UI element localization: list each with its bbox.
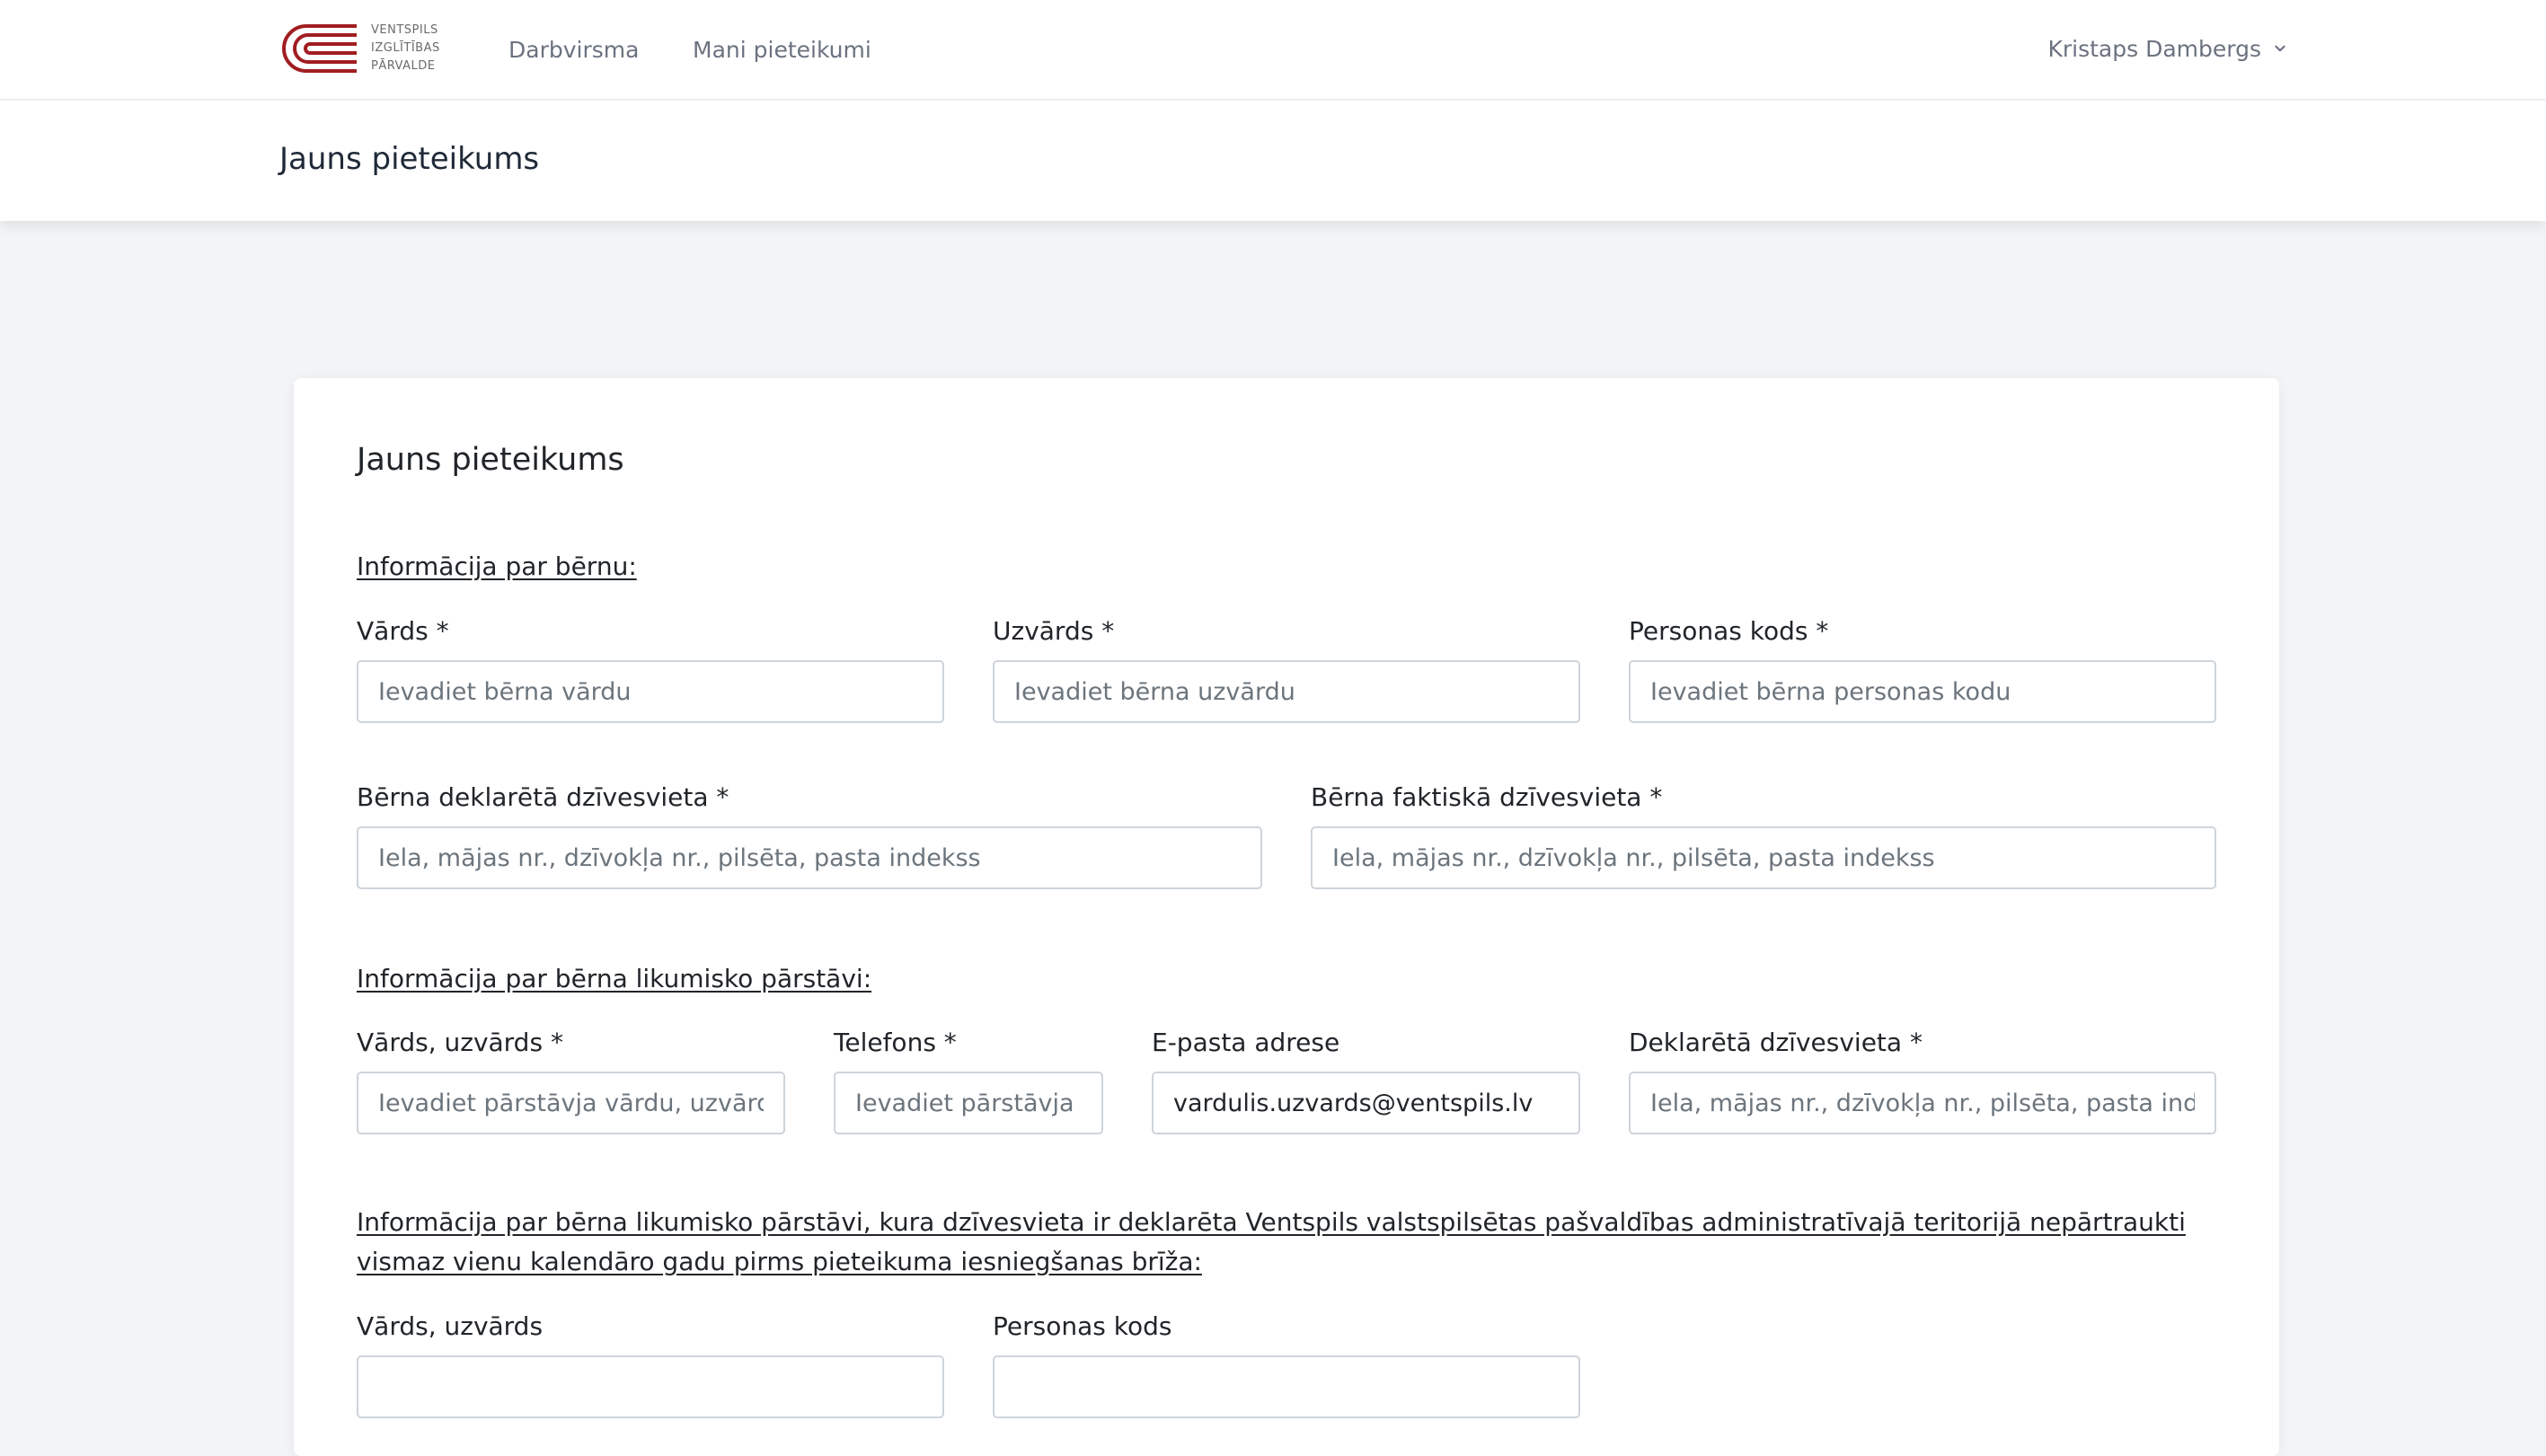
logo-line-3: PĀRVALDE (371, 59, 436, 73)
child-first-name-input[interactable] (357, 660, 944, 723)
guardian-full-name-label: Vārds, uzvārds * (357, 1028, 563, 1057)
guardian-declared-address-group: Deklarētā dzīvesvieta * (1629, 1025, 2216, 1134)
nav-link-my-applications[interactable]: Mani pieteikumi (693, 32, 871, 68)
child-personal-code-input[interactable] (1629, 660, 2216, 723)
chevron-down-icon (2275, 45, 2285, 52)
resident-guardian-full-name-label: Vārds, uzvārds (357, 1311, 544, 1341)
child-declared-address-label: Bērna deklarētā dzīvesvieta * (357, 782, 729, 812)
user-menu[interactable]: Kristaps Dambergs (2047, 31, 2288, 66)
top-navigation: VENTSPILS IZGLĪTĪBAS PĀRVALDE Darbvirsma… (0, 0, 2546, 101)
guardian-phone-input[interactable] (834, 1072, 1103, 1134)
guardian-phone-group: Telefons * (834, 1025, 1103, 1134)
logo-text: VENTSPILS IZGLĪTĪBAS PĀRVALDE (371, 22, 440, 75)
child-declared-address-input[interactable] (357, 826, 1262, 889)
logo-line-1: VENTSPILS (371, 23, 438, 37)
resident-guardian-personal-code-label: Personas kods (993, 1311, 1172, 1341)
ventspils-education-board-logo[interactable]: VENTSPILS IZGLĪTĪBAS PĀRVALDE (279, 20, 441, 77)
resident-guardian-full-name-group: Vārds, uzvārds (357, 1309, 944, 1418)
resident-guardian-personal-code-input[interactable] (993, 1355, 1580, 1418)
logo-line-2: IZGLĪTĪBAS (371, 41, 440, 55)
form-title: Jauns pieteikums (357, 442, 624, 478)
application-form-card: Jauns pieteikums Informācija par bērnu: … (294, 378, 2279, 1456)
child-declared-address-group: Bērna deklarētā dzīvesvieta * (357, 780, 1262, 889)
section-heading-guardian-info: Informācija par bērna likumisko pārstāvi… (357, 964, 872, 993)
page-title: Jauns pieteikums (279, 141, 540, 177)
guardian-full-name-group: Vārds, uzvārds * (357, 1025, 785, 1134)
child-actual-address-input[interactable] (1311, 826, 2216, 889)
child-last-name-label: Uzvārds * (993, 616, 1115, 646)
guardian-declared-address-label: Deklarētā dzīvesvieta * (1629, 1028, 1923, 1057)
nav-link-dashboard[interactable]: Darbvirsma (508, 32, 639, 68)
resident-guardian-personal-code-group: Personas kods (993, 1309, 1580, 1418)
section-heading-child-info: Informācija par bērnu: (357, 552, 637, 581)
user-name: Kristaps Dambergs (2047, 35, 2261, 62)
child-personal-code-group: Personas kods * (1629, 613, 2216, 723)
page-header: Jauns pieteikums (0, 101, 2546, 221)
book-logo-icon (282, 24, 357, 73)
child-last-name-group: Uzvārds * (993, 613, 1580, 723)
child-last-name-input[interactable] (993, 660, 1580, 723)
child-personal-code-label: Personas kods * (1629, 616, 1829, 646)
guardian-declared-address-input[interactable] (1629, 1072, 2216, 1134)
guardian-email-group: E-pasta adrese (1152, 1025, 1580, 1134)
guardian-phone-label: Telefons * (834, 1028, 957, 1057)
guardian-email-label: E-pasta adrese (1152, 1028, 1340, 1057)
child-actual-address-label: Bērna faktiskā dzīvesvieta * (1311, 782, 1663, 812)
section-heading-resident-guardian-info: Informācija par bērna likumisko pārstāvi… (357, 1207, 2186, 1276)
child-actual-address-group: Bērna faktiskā dzīvesvieta * (1311, 780, 2216, 889)
guardian-email-input[interactable] (1152, 1072, 1580, 1134)
child-first-name-label: Vārds * (357, 616, 449, 646)
guardian-full-name-input[interactable] (357, 1072, 785, 1134)
resident-guardian-full-name-input[interactable] (357, 1355, 944, 1418)
child-first-name-group: Vārds * (357, 613, 944, 723)
